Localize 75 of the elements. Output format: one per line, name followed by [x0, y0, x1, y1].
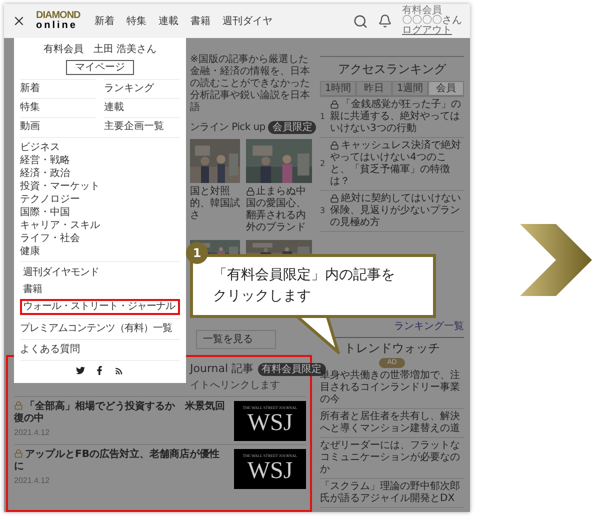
member-label: 有料会員	[402, 6, 442, 16]
ranking-more-link[interactable]: ランキング一覧	[394, 318, 464, 334]
ranking-title: アクセスランキング	[338, 61, 446, 78]
search-icon[interactable]	[353, 14, 368, 28]
menu-item[interactable]: 動画	[20, 117, 96, 136]
logo-text: WSJ	[247, 410, 293, 436]
member-name: 〇〇〇〇さん	[402, 16, 462, 26]
trend-title: トレンドウォッチ	[344, 340, 440, 356]
nav-link[interactable]: 新着	[94, 14, 114, 28]
lock-icon	[330, 100, 339, 109]
lock-icon	[246, 186, 255, 196]
arrow-icon	[520, 224, 592, 296]
ranking-tab[interactable]: 会員	[428, 81, 464, 96]
menu-item[interactable]: 経営・戦略	[20, 154, 180, 167]
menu-item[interactable]: テクノロジー	[20, 193, 180, 206]
ranking-article[interactable]: キャッシュレス決済で絶対やってはいけない4つのこと、「貧乏予備軍」の特徴は？	[330, 140, 464, 188]
section-title: ンライン Pick up	[190, 121, 266, 135]
member-greeting: 有料会員 土田 浩美さん	[42, 42, 158, 57]
article-title[interactable]: 「全部高」相場でどう投資するか 米景気回復の中	[14, 400, 228, 424]
rank-number: 2	[320, 158, 326, 170]
ranking-tab[interactable]: 昨日	[356, 81, 392, 96]
nav-link[interactable]: 特集	[126, 14, 146, 28]
facebook-icon[interactable]	[95, 366, 104, 375]
logo-text: WSJ	[247, 458, 293, 484]
menu-item[interactable]: 投資・マーケット	[20, 180, 180, 193]
bell-icon[interactable]	[378, 14, 392, 28]
section-subtitle: イトへリンクします	[190, 378, 281, 392]
lock-icon	[330, 140, 339, 150]
nav-link[interactable]: 書籍	[190, 14, 210, 28]
intro-text: ※国版の記事から厳選した金融・経済の情報を、日本の読むことができなかった分析記事や鋭い論説を日本語	[190, 54, 310, 114]
menu-item[interactable]: 主要企画一覧	[104, 117, 180, 136]
nav-link[interactable]: 週刊ダイヤ	[222, 14, 272, 28]
callout-text: 「有料会員限定」内の記事をクリックします	[213, 266, 396, 306]
menu-item[interactable]: 週刊ダイヤモンド	[20, 265, 180, 281]
menu-item[interactable]: ビジネス	[20, 141, 180, 154]
menu-item[interactable]: 書籍	[20, 282, 180, 298]
logout-link[interactable]: ログアウト	[402, 26, 452, 36]
menu-item[interactable]: よくある質問	[20, 339, 180, 360]
article-title[interactable]: アップルとFBの広告対立、老舗商店が優性に	[14, 448, 228, 472]
menu-item[interactable]: ランキング	[104, 79, 180, 98]
trend-article[interactable]: なぜリーダーには、フラットなコミュニケーションが必要なのか	[320, 438, 464, 479]
rank-number: 1	[320, 111, 326, 123]
menu-item[interactable]: ライフ・社会	[20, 232, 180, 245]
menu-item[interactable]: 国際・中国	[20, 206, 180, 219]
article-caption[interactable]: 国と対照的、韓国試さ	[190, 186, 240, 222]
mypage-button[interactable]: マイページ	[66, 60, 134, 75]
article-caption[interactable]: 止まらぬ中国の愛国心、翻弄される内外のブランド	[246, 186, 312, 234]
article-date: 2021.4.12	[14, 426, 51, 438]
trend-article[interactable]: 所有者と居住者を共有し、解決へと導くマンション建替えの道	[320, 409, 464, 438]
trend-article[interactable]: 「スクラム」理論の野中郁次郎氏が語るアジャイル開発とDX	[320, 479, 464, 508]
logo-text: DIAMOND	[36, 11, 80, 21]
menu-item[interactable]: ウォール・ストリート・ジャーナル	[20, 299, 180, 315]
article-date: 2021.4.12	[14, 474, 51, 486]
close-icon[interactable]	[12, 14, 26, 28]
menu-item[interactable]: 健康	[20, 245, 180, 258]
menu-item[interactable]: 特集	[20, 98, 96, 117]
menu-item[interactable]: 連載	[104, 98, 180, 117]
twitter-icon[interactable]	[76, 366, 85, 375]
trend-article[interactable]: 単身や共働きの世帯増加で、注目されるコインランドリー事業の今	[320, 368, 464, 409]
more-button[interactable]: 一覧を見る	[196, 330, 276, 349]
menu-item[interactable]: プレミアムコンテンツ（有料）一覧	[20, 318, 180, 339]
members-badge: 会員限定	[268, 121, 316, 134]
lock-icon	[14, 449, 23, 458]
ranking-article[interactable]: 「金銭感覚が狂った子」の親に共通する、絶対やってはいけない3つの行動	[330, 99, 464, 135]
rss-icon[interactable]	[114, 366, 124, 376]
lock-icon	[330, 194, 339, 203]
menu-item[interactable]: キャリア・スキル	[20, 219, 180, 232]
rank-number: 3	[320, 205, 326, 217]
menu-item[interactable]: 新着	[20, 79, 96, 98]
logo-text: online	[36, 21, 78, 31]
lock-icon	[14, 401, 23, 410]
nav-link[interactable]: 連載	[158, 14, 178, 28]
section-title: Journal 記事	[190, 361, 254, 377]
ranking-article[interactable]: 絶対に契約してはいけない保険、見返りが少ないプランの見極め方	[330, 193, 464, 229]
menu-item[interactable]: 経済・政治	[20, 167, 180, 180]
